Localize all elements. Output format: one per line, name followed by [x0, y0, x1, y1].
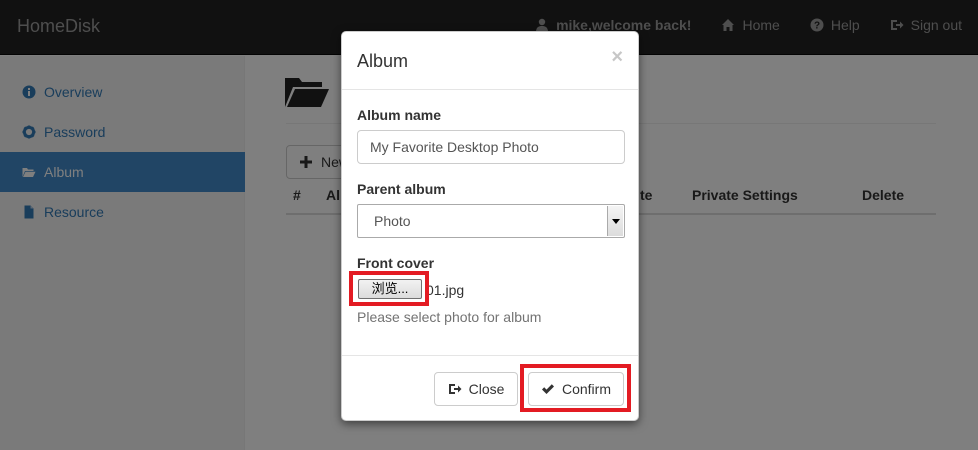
parent-album-select[interactable]: Photo [357, 204, 625, 238]
selected-file-name: 01.jpg [426, 282, 465, 298]
sign-out-icon [448, 382, 462, 396]
close-button-label: Close [468, 381, 505, 397]
parent-album-label: Parent album [357, 181, 446, 197]
chevron-down-icon[interactable] [607, 206, 623, 236]
dialog-header-divider [342, 89, 638, 90]
close-icon[interactable]: × [611, 46, 623, 69]
album-name-label: Album name [357, 107, 442, 123]
album-name-input[interactable]: My Favorite Desktop Photo [357, 130, 625, 164]
dialog-title: Album [357, 51, 409, 71]
front-cover-label: Front cover [357, 255, 435, 271]
close-button[interactable]: Close [434, 372, 518, 406]
browse-highlight-box [349, 271, 429, 306]
front-cover-help-text: Please select photo for album [357, 309, 542, 325]
dialog-footer-divider [342, 355, 638, 356]
album-dialog: Album × Album name My Favorite Desktop P… [341, 31, 639, 421]
parent-album-value: Photo [374, 213, 411, 229]
confirm-highlight-box [520, 364, 631, 412]
album-name-value: My Favorite Desktop Photo [370, 139, 539, 155]
